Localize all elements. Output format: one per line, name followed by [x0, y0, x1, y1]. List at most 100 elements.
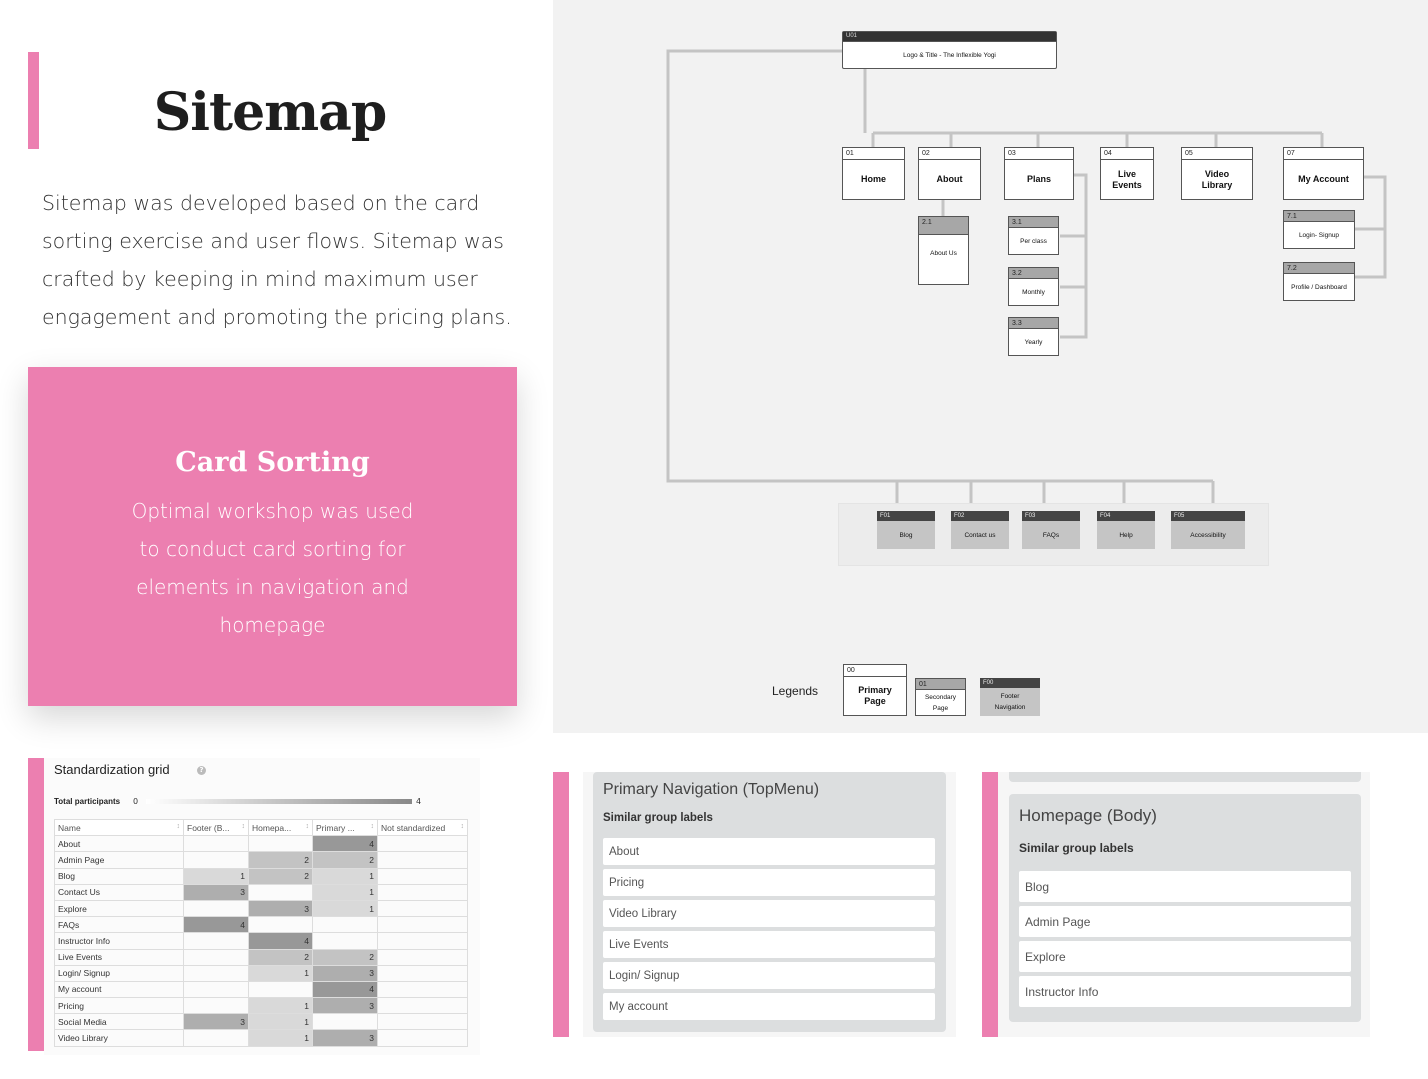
- count-cell: [183, 948, 249, 966]
- count-cell: 4: [312, 835, 378, 853]
- table-row: Live Events 2 2: [54, 948, 468, 966]
- primary-node-plans: 03 Plans: [1004, 147, 1074, 200]
- homepage-item[interactable]: Instructor Info: [1019, 976, 1351, 1007]
- column-header-name[interactable]: Name ↕: [54, 818, 184, 837]
- row-name-cell: Social Media: [54, 1013, 184, 1031]
- count-cell: 2: [312, 851, 378, 869]
- accent-bar-primary-nav: [553, 772, 569, 1037]
- count-cell: [377, 899, 468, 918]
- count-cell: 3: [183, 1013, 249, 1031]
- count-cell: 1: [312, 899, 378, 918]
- row-name-cell: Explore: [54, 899, 184, 918]
- table-row: Video Library 1 3: [54, 1029, 468, 1047]
- sort-icon[interactable]: ↕: [242, 823, 246, 830]
- grid-title: Standardization grid: [54, 762, 170, 777]
- count-cell: [312, 1013, 378, 1031]
- count-cell: [377, 997, 468, 1015]
- node-label: Logo & Title - The Inflexible Yogi: [903, 51, 996, 59]
- count-cell: [377, 1013, 468, 1031]
- row-name-cell: Blog: [54, 867, 184, 885]
- table-row: Blog 1 2 1: [54, 867, 468, 885]
- count-cell: [377, 980, 468, 999]
- node-label: About: [936, 174, 963, 184]
- sort-icon[interactable]: ↕: [177, 823, 181, 830]
- count-cell: [377, 883, 468, 901]
- node-id: F00: [980, 678, 1040, 688]
- count-cell: [377, 867, 468, 885]
- node-id: 07: [1284, 148, 1363, 160]
- count-cell: [377, 835, 468, 853]
- column-header-homepage[interactable]: Homepa... ↕: [248, 818, 313, 837]
- accent-bar-grid: [28, 758, 44, 1051]
- node-id: 02: [919, 148, 980, 160]
- sitemap-connectors: [666, 49, 1387, 510]
- accent-bar-title: [28, 52, 39, 149]
- node-id: 01: [843, 148, 904, 160]
- row-name-cell: Pricing: [54, 997, 184, 1015]
- footer-node-faqs: F03 FAQs: [1022, 511, 1080, 549]
- primary-nav-item[interactable]: Live Events: [603, 931, 935, 958]
- count-cell: [377, 916, 468, 934]
- node-label: Blog: [899, 531, 913, 539]
- count-cell: 4: [248, 932, 313, 950]
- node-id: 04: [1101, 148, 1153, 160]
- sort-icon[interactable]: ↕: [461, 823, 465, 830]
- secondary-node-about-us: 2.1 About Us: [918, 216, 969, 285]
- table-row: My account 4: [54, 980, 468, 999]
- legend-secondary-page: 01 Secondary Page: [915, 678, 966, 716]
- count-cell: 4: [312, 980, 378, 999]
- table-row: FAQs 4: [54, 916, 468, 934]
- node-id: F05: [1171, 511, 1245, 521]
- column-header-not-standardized[interactable]: Not standardized ↕: [377, 818, 468, 837]
- row-name-cell: FAQs: [54, 916, 184, 934]
- column-header-primary[interactable]: Primary ... ↕: [312, 818, 378, 837]
- count-cell: [248, 883, 313, 901]
- primary-nav-item[interactable]: Pricing: [603, 869, 935, 896]
- legend-footer-navigation: F00 Footer Navigation: [980, 678, 1040, 716]
- help-icon[interactable]: ?: [197, 766, 206, 775]
- primary-node-home: 01 Home: [842, 147, 905, 200]
- footer-node-blog: F01 Blog: [877, 511, 935, 549]
- primary-nav-subtitle: Similar group labels: [603, 812, 713, 824]
- node-id: F04: [1097, 511, 1155, 521]
- legend-label: Legends: [772, 684, 819, 698]
- legend-primary-page: 00 Primary Page: [843, 664, 907, 716]
- homepage-item[interactable]: Blog: [1019, 871, 1351, 902]
- secondary-node-yearly: 3.3 Yearly: [1008, 317, 1059, 356]
- row-name-cell: Admin Page: [54, 851, 184, 869]
- homepage-item[interactable]: Explore: [1019, 941, 1351, 972]
- table-header-row: Name ↕ Footer (B... ↕ Homepa... ↕ Primar…: [54, 818, 468, 837]
- node-label: Per class: [1020, 237, 1047, 245]
- count-cell: 2: [248, 851, 313, 869]
- node-label: FAQs: [1042, 531, 1060, 539]
- node-label: Help: [1119, 531, 1133, 539]
- node-label: About Us: [930, 249, 957, 257]
- node-id: 7.1: [1284, 211, 1354, 222]
- primary-nav-item[interactable]: My account: [603, 993, 935, 1020]
- footer-node-contact-us: F02 Contact us: [951, 511, 1009, 549]
- primary-nav-item[interactable]: Login/ Signup: [603, 962, 935, 989]
- primary-nav-title: Primary Navigation (TopMenu): [603, 781, 820, 798]
- homepage-subtitle: Similar group labels: [1019, 841, 1134, 855]
- table-row: Social Media 3 1: [54, 1013, 468, 1031]
- count-cell: [248, 980, 313, 999]
- node-id: F02: [951, 511, 1009, 521]
- row-name-cell: About: [54, 835, 184, 853]
- table-row: Login/ Signup 1 3: [54, 964, 468, 982]
- count-cell: [312, 932, 378, 950]
- node-label: Accessibility: [1190, 531, 1226, 539]
- card-sorting-text: Optimal workshop was used to conduct car…: [131, 499, 414, 637]
- primary-nav-item[interactable]: About: [603, 838, 935, 865]
- primary-nav-item[interactable]: Video Library: [603, 900, 935, 927]
- count-cell: 3: [312, 997, 378, 1015]
- homepage-item[interactable]: Admin Page: [1019, 906, 1351, 937]
- count-cell: [183, 1029, 249, 1047]
- sort-icon[interactable]: ↕: [306, 823, 310, 830]
- column-header-footer[interactable]: Footer (B... ↕: [183, 818, 249, 837]
- count-cell: 1: [312, 867, 378, 885]
- node-label: Video Library: [1201, 168, 1233, 190]
- card-sorting-title: Card Sorting: [175, 447, 370, 478]
- node-label: Live Events: [1112, 168, 1142, 190]
- sort-icon[interactable]: ↕: [371, 823, 375, 830]
- node-label: Secondary Page: [924, 693, 957, 712]
